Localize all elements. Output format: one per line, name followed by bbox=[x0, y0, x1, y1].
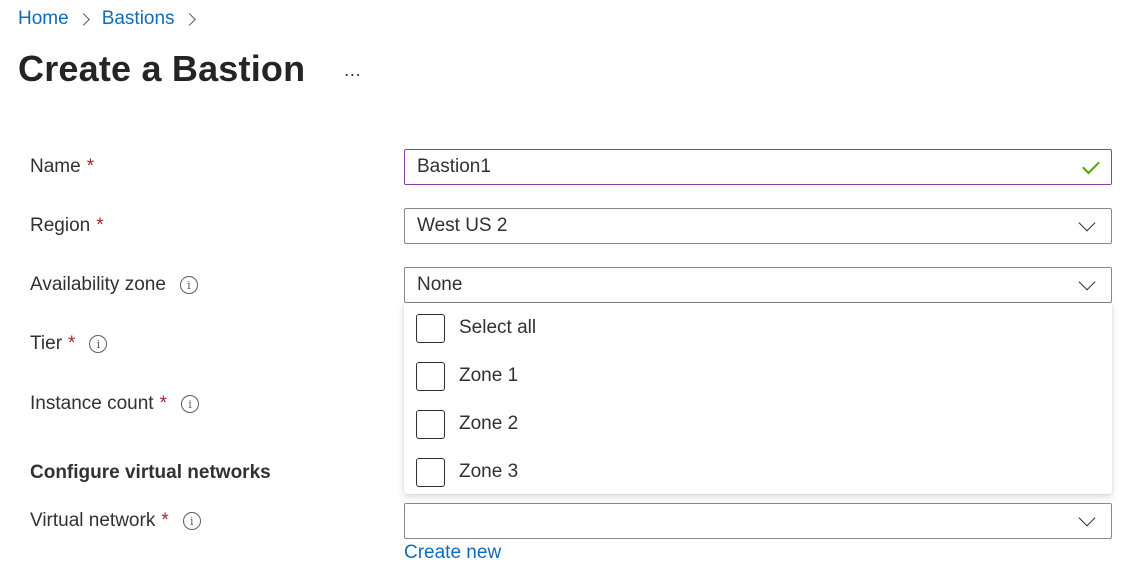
page-title: Create a Bastion bbox=[18, 48, 306, 89]
required-marker: * bbox=[68, 333, 76, 354]
availability-zone-select[interactable]: None bbox=[404, 267, 1112, 303]
availability-zone-dropdown: Select all Zone 1 Zone 2 Zone 3 bbox=[404, 303, 1112, 494]
required-marker: * bbox=[96, 215, 104, 236]
region-select[interactable]: West US 2 bbox=[404, 208, 1112, 244]
name-label: Name * bbox=[30, 149, 94, 185]
create-new-vnet-link[interactable]: Create new bbox=[404, 542, 501, 564]
option-zone-3[interactable]: Zone 3 bbox=[404, 448, 1112, 496]
create-bastion-page: Home Bastions Create a Bastion … Name * … bbox=[0, 0, 1145, 565]
checkbox[interactable] bbox=[416, 313, 445, 343]
option-zone-1[interactable]: Zone 1 bbox=[404, 352, 1112, 400]
chevron-down-icon bbox=[1078, 214, 1096, 232]
info-icon[interactable]: i bbox=[89, 335, 108, 353]
name-label-text: Name bbox=[30, 156, 81, 177]
chevron-down-icon bbox=[1078, 509, 1096, 527]
tier-label: Tier * i bbox=[30, 326, 108, 362]
tier-label-text: Tier bbox=[30, 333, 63, 354]
info-icon[interactable]: i bbox=[181, 395, 199, 413]
availability-zone-label-text: Availability zone bbox=[30, 274, 166, 295]
breadcrumb-bastions[interactable]: Bastions bbox=[102, 8, 175, 30]
region-select-value: West US 2 bbox=[417, 215, 508, 236]
option-label: Zone 3 bbox=[459, 461, 519, 482]
breadcrumb-home[interactable]: Home bbox=[18, 8, 69, 30]
required-marker: * bbox=[161, 510, 169, 531]
option-zone-2[interactable]: Zone 2 bbox=[404, 400, 1112, 448]
chevron-down-icon bbox=[1078, 273, 1096, 291]
checkmark-icon bbox=[1082, 156, 1100, 174]
virtual-network-label-text: Virtual network bbox=[30, 510, 156, 531]
option-select-all[interactable]: Select all bbox=[404, 304, 1112, 352]
virtual-network-select[interactable] bbox=[404, 503, 1112, 539]
info-icon[interactable]: i bbox=[182, 512, 201, 530]
region-label: Region * bbox=[30, 208, 104, 244]
option-label: Zone 1 bbox=[459, 365, 519, 386]
option-label: Select all bbox=[459, 317, 537, 338]
virtual-network-label: Virtual network * i bbox=[30, 503, 201, 539]
name-input[interactable]: Bastion1 bbox=[404, 149, 1112, 185]
title-row: Create a Bastion … bbox=[18, 48, 362, 90]
chevron-right-icon bbox=[182, 12, 196, 26]
chevron-right-icon bbox=[76, 12, 90, 26]
breadcrumb: Home Bastions bbox=[18, 8, 208, 30]
section-heading-virtual-networks: Configure virtual networks bbox=[30, 462, 271, 483]
region-label-text: Region bbox=[30, 215, 91, 236]
availability-zone-label: Availability zone i bbox=[30, 267, 198, 303]
option-label: Zone 2 bbox=[459, 413, 519, 434]
info-icon[interactable]: i bbox=[179, 276, 198, 294]
availability-zone-select-value: None bbox=[417, 274, 463, 295]
required-marker: * bbox=[86, 156, 95, 177]
name-input-value: Bastion1 bbox=[417, 156, 491, 177]
checkbox[interactable] bbox=[416, 457, 445, 487]
checkbox[interactable] bbox=[416, 409, 445, 439]
required-marker: * bbox=[159, 393, 167, 414]
instance-count-label-text: Instance count bbox=[30, 393, 154, 414]
instance-count-label: Instance count * i bbox=[30, 386, 199, 422]
more-options-icon[interactable]: … bbox=[343, 59, 362, 79]
checkbox[interactable] bbox=[416, 361, 445, 391]
